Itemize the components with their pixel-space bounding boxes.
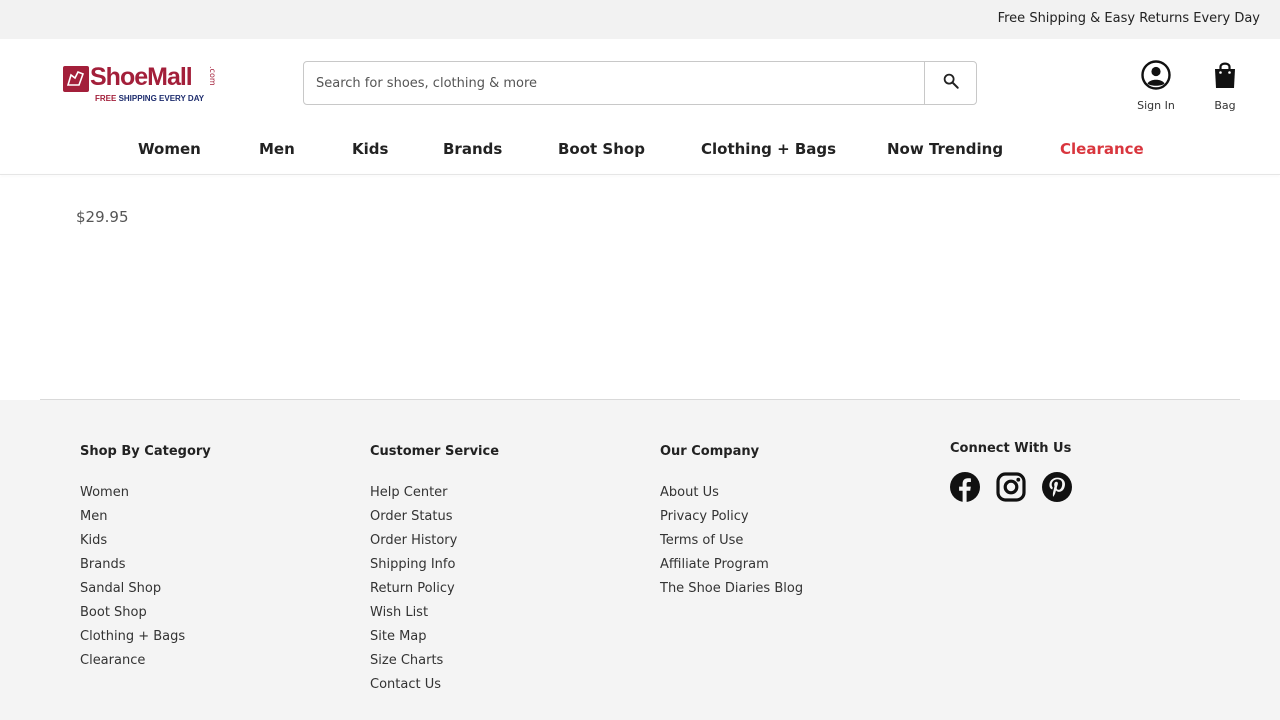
footer-link-wish-list[interactable]: Wish List <box>370 601 499 625</box>
user-account-icon <box>1141 60 1171 94</box>
footer-link-site-map[interactable]: Site Map <box>370 625 499 649</box>
logo-tagline: FREE SHIPPING EVERY DAY <box>95 94 204 103</box>
footer-link-about-us[interactable]: About Us <box>660 481 803 505</box>
sign-in-label: Sign In <box>1137 99 1175 112</box>
footer-link-shipping-info[interactable]: Shipping Info <box>370 553 499 577</box>
footer-link-contact-us[interactable]: Contact Us <box>370 673 499 697</box>
footer-link-terms-of-use[interactable]: Terms of Use <box>660 529 803 553</box>
footer-connect: Connect With Us <box>950 441 1072 502</box>
nav-divider <box>0 174 1280 175</box>
logo-name: ShoeMall <box>90 63 193 91</box>
footer-link-brands[interactable]: Brands <box>80 553 211 577</box>
footer-customer-service: Customer Service Help Center Order Statu… <box>370 444 499 697</box>
footer-link-women[interactable]: Women <box>80 481 211 505</box>
nav-item-brands[interactable]: Brands <box>443 140 502 158</box>
shoemall-logo[interactable]: ShoeMall .com FREE SHIPPING EVERY DAY <box>63 63 223 107</box>
nav-item-women[interactable]: Women <box>138 140 201 158</box>
nav-item-now-trending[interactable]: Now Trending <box>887 140 1003 158</box>
facebook-icon[interactable] <box>950 472 980 502</box>
nav-item-clearance[interactable]: Clearance <box>1060 140 1144 158</box>
footer-link-sandal-shop[interactable]: Sandal Shop <box>80 577 211 601</box>
bag-button[interactable]: Bag <box>1207 60 1243 112</box>
social-links <box>950 472 1072 502</box>
promo-text: Free Shipping & Easy Returns Every Day <box>997 11 1260 26</box>
nav-item-men[interactable]: Men <box>259 140 295 158</box>
footer-link-men[interactable]: Men <box>80 505 211 529</box>
nav-item-clothing-bags[interactable]: Clothing + Bags <box>701 140 836 158</box>
footer-shop-by-category: Shop By Category Women Men Kids Brands S… <box>80 444 211 673</box>
logo-tagline-free: FREE <box>95 94 117 103</box>
search-input[interactable] <box>304 62 926 104</box>
search-button[interactable] <box>924 62 976 104</box>
search-box <box>303 61 977 105</box>
footer-heading: Shop By Category <box>80 444 211 459</box>
promo-bar: Free Shipping & Easy Returns Every Day <box>0 0 1280 39</box>
footer-heading: Our Company <box>660 444 760 459</box>
footer-link-help-center[interactable]: Help Center <box>370 481 499 505</box>
bag-label: Bag <box>1214 99 1236 112</box>
footer-link-kids[interactable]: Kids <box>80 529 211 553</box>
footer-link-clearance[interactable]: Clearance <box>80 649 211 673</box>
footer-our-company: Our Company About Us Privacy Policy Term… <box>660 444 803 601</box>
footer-link-order-status[interactable]: Order Status <box>370 505 499 529</box>
main-nav: Women Men Kids Brands Boot Shop Clothing… <box>0 140 1280 164</box>
footer-link-shoe-diaries-blog[interactable]: The Shoe Diaries Blog <box>660 577 803 601</box>
nav-item-boot-shop[interactable]: Boot Shop <box>558 140 645 158</box>
footer-link-affiliate-program[interactable]: Affiliate Program <box>660 553 803 577</box>
footer-link-privacy-policy[interactable]: Privacy Policy <box>660 505 803 529</box>
logo-tagline-rest: SHIPPING EVERY DAY <box>116 94 205 103</box>
pinterest-icon[interactable] <box>1042 472 1072 502</box>
sign-in-button[interactable]: Sign In <box>1132 60 1180 112</box>
logo-com: .com <box>208 66 217 86</box>
site-footer: Shop By Category Women Men Kids Brands S… <box>0 400 1280 720</box>
footer-link-order-history[interactable]: Order History <box>370 529 499 553</box>
shopping-bag-icon <box>1212 60 1238 94</box>
logo-shoe-mark-icon <box>63 66 89 92</box>
footer-link-clothing-bags[interactable]: Clothing + Bags <box>80 625 211 649</box>
footer-heading: Customer Service <box>370 444 500 459</box>
footer-link-return-policy[interactable]: Return Policy <box>370 577 499 601</box>
nav-item-kids[interactable]: Kids <box>352 140 388 158</box>
footer-link-boot-shop[interactable]: Boot Shop <box>80 601 211 625</box>
product-price: $29.95 <box>76 208 129 226</box>
footer-link-size-charts[interactable]: Size Charts <box>370 649 499 673</box>
footer-heading: Connect With Us <box>950 441 1072 456</box>
search-icon <box>942 72 960 94</box>
instagram-icon[interactable] <box>996 472 1026 502</box>
